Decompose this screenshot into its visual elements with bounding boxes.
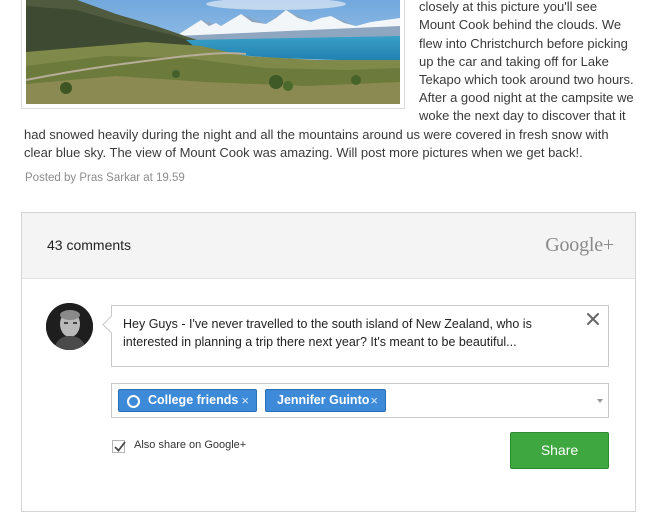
comment-draft[interactable]: Hey Guys - I've never travelled to the s… [123,315,563,351]
post-text-line: had snowed heavily during the night and … [24,127,609,142]
remove-chip-icon[interactable]: × [241,390,249,411]
chip-label: Jennifer Guinto [277,393,370,407]
also-share-label: Also share on Google+ [134,439,247,451]
comment-count[interactable]: 43 comments [47,237,131,253]
post-text-line: woke the next day to discover that it [419,108,626,123]
also-share-checkbox[interactable] [112,440,126,453]
checkmark-icon [114,441,126,452]
post-text-line: clear blue sky. The view of Mount Cook w… [24,145,583,160]
post-text-line: up the car and taking off for Lake [419,54,609,69]
post-text-line: closely at this picture you'll see [419,0,598,14]
share-with-field[interactable]: College friends × Jennifer Guinto × [111,383,609,418]
post-byline: Posted by Pras Sarkar at 19.59 [25,172,185,184]
post-body: closely at this picture you'll see Mount… [24,0,642,170]
share-chip-jennifer-guinto[interactable]: Jennifer Guinto × [265,389,386,412]
dropdown-caret-icon[interactable] [597,399,603,403]
share-chip-college-friends[interactable]: College friends × [118,389,257,412]
post-text-line: flew into Christchurch before picking [419,36,628,51]
share-button[interactable]: Share [510,432,609,469]
post-text-line: After a good night at the campsite we [419,90,634,105]
post-text-line: Mount Cook behind the clouds. We [419,17,622,32]
comment-input[interactable]: Hey Guys - I've never travelled to the s… [111,305,609,367]
comment-draft-line: Hey Guys - I've never travelled to the s… [123,317,532,331]
chip-label: College friends [148,393,239,407]
comments-widget: 43 comments Google+ Hey Guys - I've neve… [21,212,636,512]
close-icon[interactable] [586,312,600,326]
remove-chip-icon[interactable]: × [370,390,378,411]
circle-icon [127,395,140,408]
google-plus-logo: Google+ [545,234,614,256]
comment-draft-line: interested in planning a trip there next… [123,335,517,349]
post-text-line: Tekapo which took around two hours. [419,72,634,87]
avatar [46,303,93,350]
comments-header: 43 comments Google+ [22,213,635,279]
